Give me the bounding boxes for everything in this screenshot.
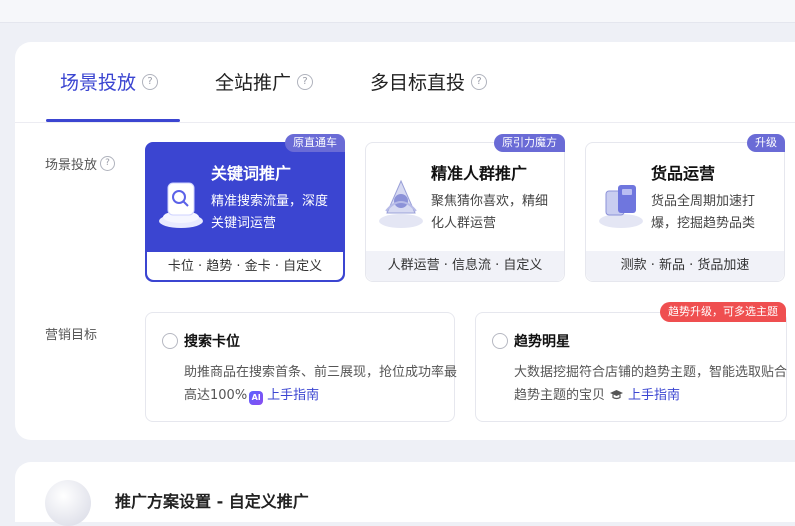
section-avatar-icon (45, 480, 91, 526)
card-title: 货品运营 (651, 164, 716, 183)
campaign-panel: 场景投放 ? 全站推广 ? 多目标直投 ? 场景投放 ? 原直通车 关键词推广 … (15, 42, 795, 440)
goal-desc: 大数据挖掘符合店铺的趋势主题，智能选取贴合趋势主题的宝贝 上手指南 (514, 361, 794, 407)
tab-scene[interactable]: 场景投放 ? (60, 68, 159, 95)
tab-label: 全站推广 (215, 72, 292, 94)
radio-button[interactable] (492, 333, 508, 349)
graduation-cap-icon (610, 390, 624, 400)
scene-card-keyword[interactable]: 原直通车 关键词推广 精准搜索流量，深度关键词运营 卡位 · 趋势 · 金卡 ·… (145, 134, 345, 282)
tab-multi-target[interactable]: 多目标直投 ? (370, 68, 488, 95)
radio-button[interactable] (162, 333, 178, 349)
keyword-icon (159, 182, 203, 228)
scene-card-goods[interactable]: 升级 货品运营 货品全周期加速打爆，挖掘趋势品类 测款 · 新品 · 货品加速 (585, 134, 785, 282)
card-desc: 货品全周期加速打爆，挖掘趋势品类 (651, 194, 756, 231)
help-icon[interactable]: ? (142, 73, 159, 90)
scene-card-audience[interactable]: 原引力魔方 精准人群推广 聚焦猜你喜欢，精细化人群运营 人群运营 · 信息流 ·… (365, 134, 565, 282)
card-footer: 测款 · 新品 · 货品加速 (586, 251, 784, 281)
tab-label: 多目标直投 (370, 72, 466, 94)
card-badge: 原引力魔方 (494, 134, 565, 152)
card-footer: 人群运营 · 信息流 · 自定义 (366, 251, 564, 281)
scene-label-text: 场景投放 (45, 158, 98, 173)
goal-desc: 助推商品在搜索首条、前三展现，抢位成功率最高达100% AI 上手指南 (184, 361, 464, 407)
help-icon[interactable]: ? (297, 73, 314, 90)
guide-link[interactable]: 上手指南 (267, 388, 319, 403)
scene-label: 场景投放 ? (45, 154, 116, 173)
settings-panel: 推广方案设置 - 自定义推广 (15, 462, 795, 526)
ai-icon: AI (249, 391, 264, 405)
audience-icon (379, 179, 423, 228)
active-tab-indicator (46, 119, 180, 122)
card-desc: 聚焦猜你喜欢，精细化人群运营 (431, 194, 549, 231)
card-title: 精准人群推广 (431, 164, 528, 183)
goal-title: 趋势明星 (514, 334, 570, 350)
goal-card-trend-star[interactable]: 趋势升级，可多选主题 趋势明星 大数据挖掘符合店铺的趋势主题，智能选取贴合趋势主… (475, 302, 787, 422)
help-icon[interactable]: ? (100, 156, 116, 171)
card-desc: 精准搜索流量，深度关键词运营 (211, 194, 329, 231)
guide-link[interactable]: 上手指南 (628, 388, 680, 403)
top-bar (0, 0, 795, 23)
goal-title: 搜索卡位 (184, 334, 240, 350)
card-footer: 卡位 · 趋势 · 金卡 · 自定义 (146, 251, 344, 281)
help-icon[interactable]: ? (471, 73, 488, 90)
goal-desc-text: 助推商品在搜索首条、前三展现，抢位成功率最高达100% (184, 365, 458, 403)
goal-label-text: 营销目标 (45, 328, 98, 343)
goal-badge: 趋势升级，可多选主题 (660, 302, 786, 322)
tab-bar: 场景投放 ? 全站推广 ? 多目标直投 ? (15, 42, 795, 123)
tab-site-wide[interactable]: 全站推广 ? (215, 68, 314, 95)
goal-card-search-rank[interactable]: 搜索卡位 助推商品在搜索首条、前三展现，抢位成功率最高达100% AI 上手指南 (145, 312, 457, 422)
tab-label: 场景投放 (60, 72, 137, 94)
goods-icon (599, 185, 643, 228)
card-title: 关键词推广 (211, 164, 292, 183)
section-title: 推广方案设置 - 自定义推广 (115, 492, 309, 511)
card-badge: 原直通车 (285, 134, 345, 152)
goal-label: 营销目标 (45, 324, 97, 343)
card-badge: 升级 (747, 134, 785, 152)
